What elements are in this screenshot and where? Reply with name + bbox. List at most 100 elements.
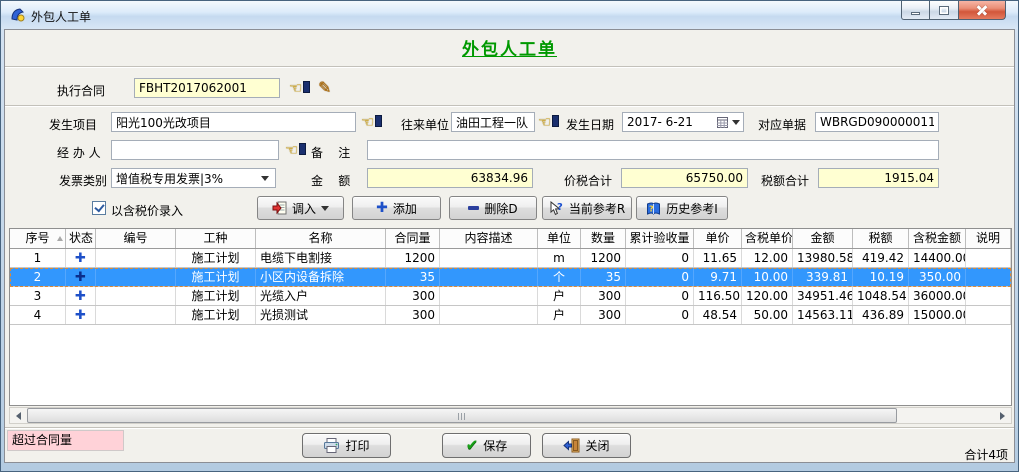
svg-text:?: ? <box>557 202 563 213</box>
column-header[interactable]: 合同量 <box>386 229 440 248</box>
date-label: 发生日期 <box>566 116 614 133</box>
maximize-icon <box>939 6 949 15</box>
titlebar[interactable]: 外包人工单 <box>1 1 1018 29</box>
status-plus-icon: ✚ <box>75 270 86 285</box>
divider <box>5 105 1014 107</box>
close-button-label: 关闭 <box>585 437 609 454</box>
cell: 个 <box>538 268 581 286</box>
cell: 户 <box>538 287 581 305</box>
column-header[interactable]: 工种 <box>176 229 256 248</box>
contract-label: 执行合同 <box>57 82 105 99</box>
chevron-down-icon <box>732 120 740 125</box>
contract-edit-button[interactable]: ✎ <box>318 78 342 97</box>
print-button-label: 打印 <box>345 437 369 454</box>
divider <box>5 427 1014 429</box>
tax-total-input[interactable] <box>818 168 939 188</box>
tax-entry-checkbox[interactable] <box>92 201 106 215</box>
project-lookup-button[interactable]: ☜ <box>361 113 385 132</box>
save-button[interactable]: ✔ 保存 <box>442 433 531 458</box>
remark-input[interactable] <box>367 140 939 160</box>
current-ref-button[interactable]: ? 当前参考R <box>542 196 632 220</box>
cell: m <box>538 249 581 267</box>
cell: 36000.00 <box>909 287 966 305</box>
cell: 436.89 <box>853 306 909 324</box>
handler-lookup-button[interactable]: ☜ <box>285 141 309 160</box>
cell <box>966 306 1011 324</box>
cell: 48.54 <box>694 306 742 324</box>
cell: 10.19 <box>853 268 909 286</box>
doc-input[interactable] <box>815 112 939 132</box>
printer-icon <box>323 438 340 453</box>
cell: 1048.54 <box>853 287 909 305</box>
column-header[interactable]: 编号 <box>96 229 176 248</box>
column-header[interactable]: 说明 <box>966 229 1011 248</box>
partner-input[interactable] <box>451 112 535 132</box>
minimize-button[interactable] <box>901 1 930 20</box>
cell: 14400.00 <box>909 249 966 267</box>
cell <box>96 268 176 286</box>
load-button[interactable]: 调入 <box>257 196 344 220</box>
close-window-button[interactable] <box>959 1 1006 20</box>
cell: ✚ <box>66 268 96 286</box>
history-ref-button[interactable]: ? 历史参考I <box>636 196 728 220</box>
minimize-icon <box>911 12 920 15</box>
invoice-type-label: 发票类别 <box>59 172 107 189</box>
book-icon: ? <box>646 201 661 216</box>
tax-total-label: 税额合计 <box>761 172 809 189</box>
column-header[interactable]: 含税单价 <box>742 229 793 248</box>
scroll-left-button[interactable] <box>10 408 27 423</box>
invoice-type-select[interactable]: 增值税专用发票|3% <box>111 168 276 188</box>
cell <box>96 306 176 324</box>
column-header[interactable]: 名称 <box>256 229 386 248</box>
partner-lookup-button[interactable]: ☜ <box>538 113 562 132</box>
contract-input[interactable] <box>134 78 280 98</box>
column-header[interactable]: 内容描述 <box>440 229 538 248</box>
svg-text:?: ? <box>649 204 654 213</box>
table-row[interactable]: 3✚施工计划光缆入户300户3000116.50120.0034951.4610… <box>10 287 1011 306</box>
arrow-right-icon <box>1000 412 1005 420</box>
table-row[interactable]: 1✚施工计划电缆下电割接1200m1200011.6512.0013980.58… <box>10 249 1011 268</box>
horizontal-scrollbar[interactable] <box>9 407 1012 424</box>
cell: 300 <box>386 287 440 305</box>
project-input[interactable] <box>111 112 356 132</box>
print-button[interactable]: 打印 <box>302 433 391 458</box>
column-header[interactable]: 累计验收量 <box>626 229 694 248</box>
cell: 50.00 <box>742 306 793 324</box>
delete-button[interactable]: 删除D <box>449 196 537 220</box>
cell <box>966 287 1011 305</box>
column-header[interactable]: 序号 <box>10 229 66 248</box>
page-title: 外包人工单 <box>5 35 1014 60</box>
scroll-right-button[interactable] <box>994 408 1011 423</box>
contract-lookup-button[interactable]: ☜ <box>289 79 313 98</box>
scrollbar-thumb[interactable] <box>27 408 897 423</box>
cursor-question-icon: ? <box>549 201 564 216</box>
add-button[interactable]: ✚ 添加 <box>352 196 441 220</box>
line-items-table: 序号状态编号工种名称合同量内容描述单位数量累计验收量单价含税单价金额税额含税金额… <box>9 228 1012 406</box>
close-button[interactable]: 关闭 <box>542 433 631 458</box>
column-header[interactable]: 数量 <box>581 229 626 248</box>
maximize-button[interactable] <box>930 1 959 20</box>
hand-select-icon: ☜ <box>289 81 310 96</box>
date-picker[interactable]: 2017- 6-21 <box>622 112 744 132</box>
table-row[interactable]: 4✚施工计划光损测试300户300048.5450.0014563.11436.… <box>10 306 1011 325</box>
table-row[interactable]: 2✚施工计划小区内设备拆除35个3509.7110.00339.8110.193… <box>10 268 1011 287</box>
current-ref-button-label: 当前参考R <box>569 200 625 217</box>
cell: 116.50 <box>694 287 742 305</box>
amount-input[interactable] <box>367 168 533 188</box>
column-header[interactable]: 含税金额 <box>909 229 966 248</box>
handler-input[interactable] <box>111 140 279 160</box>
column-header[interactable]: 税额 <box>853 229 909 248</box>
column-header[interactable]: 单位 <box>538 229 581 248</box>
column-header[interactable]: 单价 <box>694 229 742 248</box>
total-with-tax-input[interactable] <box>621 168 748 188</box>
load-doc-icon <box>272 201 287 216</box>
cell: 339.81 <box>793 268 853 286</box>
cell: 施工计划 <box>176 306 256 324</box>
divider <box>5 66 1014 68</box>
window-title: 外包人工单 <box>31 8 91 25</box>
cell: 14563.11 <box>793 306 853 324</box>
cell: 小区内设备拆除 <box>256 268 386 286</box>
column-header[interactable]: 状态 <box>66 229 96 248</box>
tax-entry-checkbox-label[interactable]: 以含税价录入 <box>111 202 183 219</box>
column-header[interactable]: 金额 <box>793 229 853 248</box>
